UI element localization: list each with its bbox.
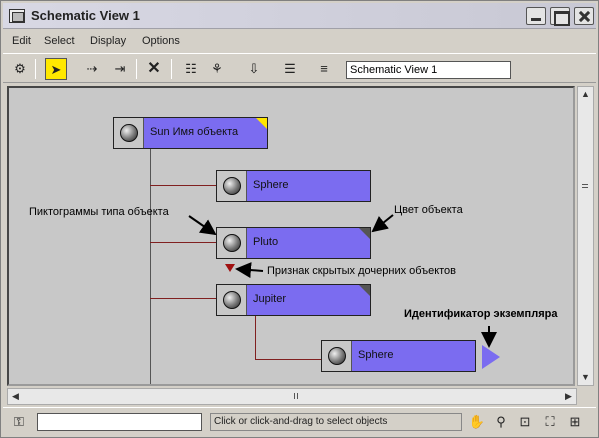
grip-line — [294, 393, 295, 399]
status-bar: ⚿ Click or click-and-drag to select obje… — [3, 407, 596, 435]
pan-hand-icon[interactable]: ✋ — [467, 413, 487, 431]
filter-icon[interactable]: ⚙ — [9, 58, 31, 80]
view-name-field[interactable]: Schematic View 1 — [346, 61, 511, 79]
horizontal-scrollbar[interactable]: ◀ ▶ — [7, 388, 577, 405]
toolbar: ⚙ ➤ ⇢ ⇥ ✕ ☷ ⚘ ⇩ ☰ ≡ Schematic View 1 — [3, 53, 596, 83]
object-color-arrow — [371, 214, 394, 233]
schematic-canvas[interactable]: Sun Имя объекта Sphere Pluto Jupiter Sph… — [7, 86, 575, 386]
grip-line — [582, 187, 588, 188]
toolbar-separator — [35, 59, 36, 79]
close-button[interactable] — [574, 7, 594, 25]
menu-select[interactable]: Select — [44, 35, 75, 47]
delete-icon[interactable]: ✕ — [143, 58, 165, 80]
status-prompt: Click or click-and-drag to select object… — [210, 413, 462, 431]
minimize-button[interactable] — [526, 7, 546, 25]
link-icon[interactable]: ⇢ — [81, 58, 103, 80]
menu-display[interactable]: Display — [90, 35, 126, 47]
annotation-object-color: Цвет объекта — [394, 204, 463, 216]
grip-line — [297, 393, 298, 399]
vertical-scrollbar[interactable]: ▲ ▼ — [577, 86, 594, 386]
key-filter-icon[interactable]: ⚿ — [9, 413, 29, 431]
toolbar-separator — [171, 59, 172, 79]
annotation-arrows — [188, 214, 497, 348]
unlink-icon[interactable]: ⇥ — [109, 58, 131, 80]
schematic-app-icon — [9, 9, 25, 23]
scroll-up-icon[interactable]: ▲ — [578, 87, 593, 102]
toolbar-separator — [136, 59, 137, 79]
menu-bar: Edit Select Display Options — [3, 31, 596, 51]
annotation-type-icon: Пиктограммы типа объекта — [29, 206, 169, 218]
grip-line — [582, 184, 588, 185]
scroll-left-icon[interactable]: ◀ — [8, 389, 23, 404]
title-bar[interactable]: Schematic View 1 — [3, 3, 596, 29]
maximize-button[interactable] — [550, 7, 570, 26]
schematic-view-window: Schematic View 1 Edit Select Display Opt… — [0, 0, 599, 438]
menu-options[interactable]: Options — [142, 35, 180, 47]
list-icon[interactable]: ☰ — [279, 58, 301, 80]
type-icon-arrow — [188, 215, 217, 236]
annotation-instance-id: Идентификатор экземпляра — [404, 308, 558, 320]
scroll-thumb[interactable] — [580, 182, 591, 192]
menu-edit[interactable]: Edit — [12, 35, 31, 47]
collapse-icon[interactable]: ⇩ — [243, 58, 265, 80]
status-input[interactable] — [37, 413, 202, 431]
list-view-icon[interactable]: ≡ — [313, 58, 335, 80]
hierarchy-icon[interactable]: ☷ — [180, 58, 202, 80]
select-arrow-icon[interactable]: ➤ — [45, 58, 67, 80]
zoom-region-icon[interactable]: ⊡ — [515, 413, 535, 431]
scroll-right-icon[interactable]: ▶ — [561, 389, 576, 404]
references-icon[interactable]: ⚘ — [206, 58, 228, 80]
zoom-icon[interactable]: ⚲ — [491, 413, 511, 431]
zoom-extents-icon[interactable]: ⛶ — [540, 413, 560, 431]
annotation-hidden-children: Признак скрытых дочерних объектов — [267, 265, 457, 277]
hidden-children-arrow — [235, 262, 264, 279]
window-title: Schematic View 1 — [31, 8, 140, 23]
scroll-thumb[interactable] — [292, 391, 302, 402]
scroll-down-icon[interactable]: ▼ — [578, 370, 593, 385]
zoom-selected-icon[interactable]: ⊞ — [565, 413, 585, 431]
